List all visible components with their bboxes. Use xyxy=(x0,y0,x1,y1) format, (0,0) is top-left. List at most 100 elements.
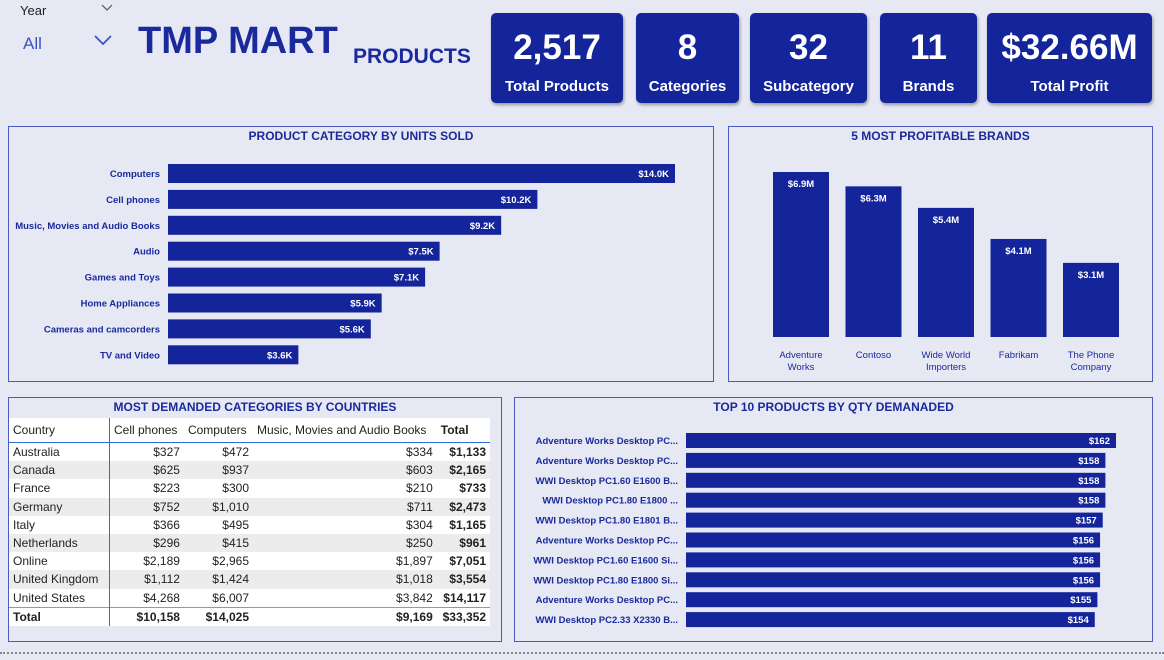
data-label: $156 xyxy=(1073,555,1094,566)
kpi-value: 32 xyxy=(789,28,828,67)
table-cell: $1,112 xyxy=(109,570,184,589)
kpi-value: 11 xyxy=(910,28,947,67)
bar[interactable] xyxy=(773,172,829,337)
bar[interactable] xyxy=(918,207,974,337)
bar[interactable] xyxy=(168,267,426,287)
kpi-label: Categories xyxy=(648,78,727,95)
panel-title: MOST DEMANDED CATEGORIES BY COUNTRIES xyxy=(113,400,397,414)
data-label: $3.1M xyxy=(1078,270,1104,281)
data-label: $7.5K xyxy=(408,247,433,258)
data-label: $9.2K xyxy=(470,221,495,232)
column-header[interactable]: Cell phones xyxy=(109,418,184,443)
table-cell: $752 xyxy=(109,497,184,516)
page-subtitle: PRODUCTS xyxy=(353,45,471,68)
bar[interactable] xyxy=(686,612,1095,628)
bar[interactable] xyxy=(686,472,1106,488)
data-label: $3.6K xyxy=(267,350,292,361)
kpi-total-profit: $32.66M Total Profit xyxy=(987,13,1152,103)
category-label: Games and Toys xyxy=(85,273,160,284)
data-label: $156 xyxy=(1073,575,1094,586)
category-label: Audio xyxy=(133,247,160,258)
table-cell: $625 xyxy=(109,461,184,480)
table-cell: United Kingdom xyxy=(9,570,110,589)
column-header[interactable]: Computers xyxy=(183,418,253,443)
category-label: Adventure Works Desktop PC... xyxy=(536,595,678,606)
bar[interactable] xyxy=(845,186,902,337)
bar[interactable] xyxy=(686,452,1106,468)
units-sold-chart: Computers $14.0K Cell phones $10.2K Music, M… xyxy=(15,164,675,365)
category-label: WWI Desktop PC1.80 E1800 ... xyxy=(542,496,678,507)
kpi-total-products: 2,517 Total Products xyxy=(491,13,623,103)
bar[interactable] xyxy=(168,189,538,209)
column-header[interactable]: Country xyxy=(9,418,110,443)
bar[interactable] xyxy=(686,512,1103,528)
bottom-divider xyxy=(0,652,1164,654)
data-label: $156 xyxy=(1073,536,1094,547)
data-label: $158 xyxy=(1078,476,1099,487)
table-cell: Netherlands xyxy=(9,533,110,553)
table-row: Australia $327 $472 $334 $1,133 xyxy=(9,442,490,462)
column-header[interactable]: Total xyxy=(436,418,490,443)
category-label: Works xyxy=(788,362,815,373)
category-label: Contoso xyxy=(856,350,891,361)
table-cell: $1,018 xyxy=(253,570,437,589)
data-label: $162 xyxy=(1089,436,1110,447)
countries-table: Country Cell phones Computers Music, Mov… xyxy=(9,418,490,626)
data-label: $14.0K xyxy=(638,169,669,180)
kpi-label: Subcategory xyxy=(763,78,854,95)
chevron-down-icon[interactable] xyxy=(100,2,114,14)
table-cell: $304 xyxy=(406,517,433,532)
category-label: Adventure Works Desktop PC... xyxy=(536,536,678,547)
brands-chart: $6.9M AdventureWorks $6.3M Contoso $5.4M Wide… xyxy=(773,172,1119,373)
chevron-down-icon[interactable] xyxy=(92,32,114,48)
category-label: Cell phones xyxy=(106,195,160,206)
category-label: WWI Desktop PC1.60 E1600 B... xyxy=(535,476,678,487)
table-cell: Germany xyxy=(9,497,110,516)
bar[interactable] xyxy=(686,552,1101,568)
kpi-value: 8 xyxy=(677,28,698,67)
category-label: Wide World xyxy=(922,350,971,361)
data-label: $7.1K xyxy=(394,273,419,284)
category-label: WWI Desktop PC1.80 E1801 B... xyxy=(535,516,678,527)
table-cell: $9,169 xyxy=(253,606,437,626)
table-cell: Total xyxy=(9,606,110,626)
year-filter-value[interactable]: All xyxy=(23,34,42,54)
bar[interactable] xyxy=(168,215,502,235)
bar[interactable] xyxy=(686,572,1101,588)
table-cell: $603 xyxy=(253,461,437,480)
category-label: Cameras and camcorders xyxy=(44,324,160,335)
column-header[interactable]: Music, Movies and Audio Books xyxy=(253,418,437,443)
table-cell: $1,010 xyxy=(183,497,253,516)
bar[interactable] xyxy=(686,492,1106,508)
table-cell: $6,007 xyxy=(212,590,249,605)
bar[interactable] xyxy=(168,164,675,183)
bar[interactable] xyxy=(686,433,1116,448)
table-cell: $1,424 xyxy=(183,570,253,589)
table-cell: $415 xyxy=(183,533,253,553)
category-label: Adventure Works Desktop PC... xyxy=(536,436,678,447)
table-cell: $296 xyxy=(109,533,184,553)
top10-chart: Adventure Works Desktop PC... $162 Adventu… xyxy=(533,433,1116,628)
table-cell: Italy xyxy=(9,515,110,534)
bar[interactable] xyxy=(686,532,1101,548)
bar[interactable] xyxy=(168,241,440,261)
table-row: United States $4,268 $6,007 $3,842 $14,117 xyxy=(9,588,490,608)
table-cell: $2,965 xyxy=(212,554,249,569)
kpi-label: Brands xyxy=(902,78,955,95)
data-label: $10.2K xyxy=(501,195,532,206)
data-label: $5.4M xyxy=(933,215,959,226)
table-row: France $223 $300 $210 $733 xyxy=(9,479,490,498)
category-label: Importers xyxy=(926,362,966,373)
bar[interactable] xyxy=(686,592,1098,608)
table-cell: $300 xyxy=(222,481,249,496)
table-cell: Online xyxy=(9,552,110,571)
category-label: Computers xyxy=(110,169,160,180)
table-cell: United States xyxy=(9,588,110,608)
kpi-value: 2,517 xyxy=(513,28,601,67)
data-label: $5.9K xyxy=(350,299,375,310)
table-row: Online $2,189 $2,965 $1,897 $7,051 xyxy=(9,552,490,571)
table-row: Germany $752 $1,010 $711 $2,473 xyxy=(9,497,490,516)
table-cell: Australia xyxy=(9,442,110,462)
kpi-brands: 11 Brands xyxy=(880,13,977,103)
category-label: Music, Movies and Audio Books xyxy=(15,221,160,232)
